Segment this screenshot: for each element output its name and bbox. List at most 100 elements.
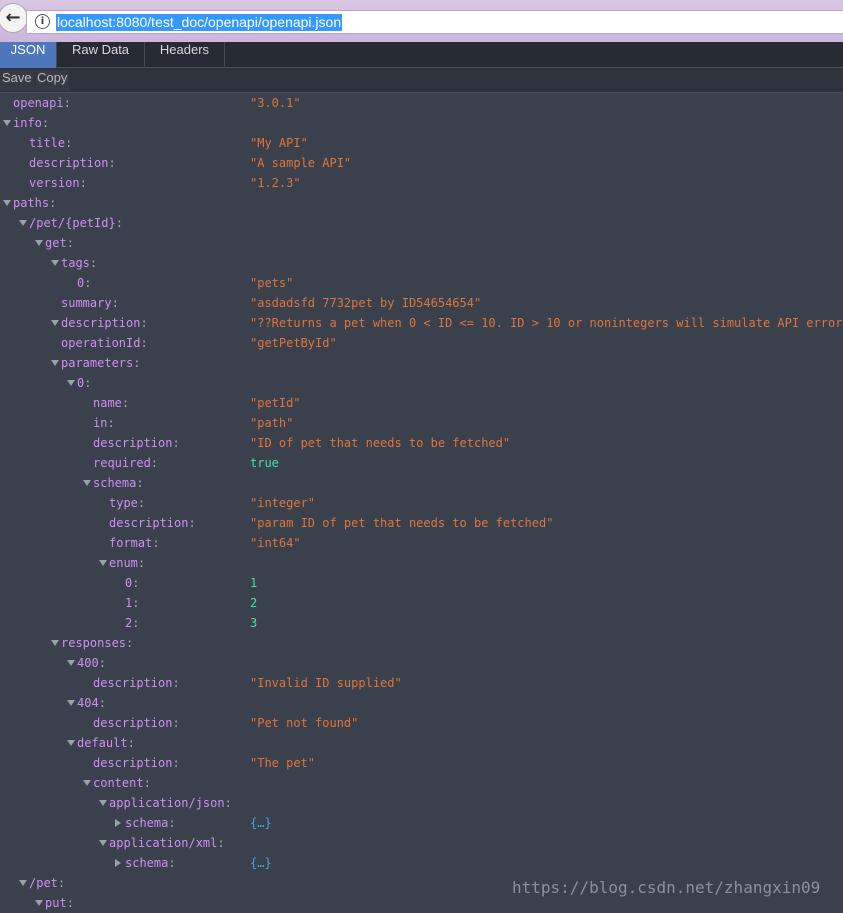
save-button[interactable]: Save xyxy=(0,70,34,91)
tree-row[interactable]: schema: {…} xyxy=(0,853,843,873)
tab-json[interactable]: JSON xyxy=(0,42,57,68)
browser-chrome: ← i localhost:8080/test_doc/openapi/open… xyxy=(0,0,843,42)
tab-raw-data[interactable]: Raw Data xyxy=(57,42,145,68)
tree-value: true xyxy=(250,456,279,470)
expand-open-icon[interactable] xyxy=(99,560,107,566)
expand-open-icon[interactable] xyxy=(99,800,107,806)
tree-value[interactable]: {…} xyxy=(250,813,272,833)
expand-open-icon[interactable] xyxy=(67,660,75,666)
tree-key: title: xyxy=(29,133,72,153)
tree-row[interactable]: application/json: xyxy=(0,793,843,813)
expand-open-icon[interactable] xyxy=(51,260,59,266)
expand-open-icon[interactable] xyxy=(3,120,11,126)
tree-row[interactable]: description: "The pet" xyxy=(0,753,843,773)
expand-open-icon[interactable] xyxy=(51,640,59,646)
expand-open-icon[interactable] xyxy=(19,220,27,226)
tree-row[interactable]: info: xyxy=(0,113,843,133)
tree-row[interactable]: paths: xyxy=(0,193,843,213)
tree-value: "path" xyxy=(250,416,294,430)
tree-row[interactable]: application/xml: xyxy=(0,833,843,853)
tree-row[interactable]: type: "integer" xyxy=(0,493,843,513)
key-label: application/json xyxy=(109,796,225,810)
tree-row[interactable]: description: "Pet not found" xyxy=(0,713,843,733)
tree-row[interactable]: description: "ID of pet that needs to be … xyxy=(0,433,843,453)
key-label: application/xml xyxy=(109,836,218,850)
key-label: /pet/{petId} xyxy=(29,216,116,230)
tree-key: 0: xyxy=(77,373,91,393)
expand-open-icon[interactable] xyxy=(67,700,75,706)
tree-row[interactable]: default: xyxy=(0,733,843,753)
colon: : xyxy=(41,116,50,130)
tree-value: "int64" xyxy=(250,536,301,550)
tree-row[interactable]: in: "path" xyxy=(0,413,843,433)
tree-row[interactable]: /pet/{petId}: xyxy=(0,213,843,233)
expand-open-icon[interactable] xyxy=(51,320,59,326)
tree-row[interactable]: responses: xyxy=(0,633,843,653)
tree-key: 0: xyxy=(125,573,139,593)
tree-row[interactable]: 0: "pets" xyxy=(0,273,843,293)
copy-button[interactable]: Copy xyxy=(35,70,70,91)
expand-open-icon[interactable] xyxy=(67,380,75,386)
expand-open-icon[interactable] xyxy=(3,200,11,206)
tree-row[interactable]: name: "petId" xyxy=(0,393,843,413)
tree-row[interactable]: get: xyxy=(0,233,843,253)
expand-closed-icon[interactable] xyxy=(115,819,121,827)
colon: : xyxy=(63,96,71,110)
expand-open-icon[interactable] xyxy=(67,740,75,746)
tree-row[interactable]: openapi: "3.0.1" xyxy=(0,93,843,113)
tree-row[interactable]: 1: 2 xyxy=(0,593,843,613)
tree-row[interactable]: schema: xyxy=(0,473,843,493)
key-label: operationId xyxy=(61,336,141,350)
tree-row[interactable]: tags: xyxy=(0,253,843,273)
colon: : xyxy=(79,176,87,190)
tree-value: "petId" xyxy=(250,396,301,410)
key-label: info xyxy=(13,116,42,130)
colon: : xyxy=(188,516,196,530)
tree-row[interactable]: title: "My API" xyxy=(0,133,843,153)
url-text[interactable]: localhost:8080/test_doc/openapi/openapi.… xyxy=(56,14,343,31)
tree-row[interactable]: 400: xyxy=(0,653,843,673)
tree-row[interactable]: content: xyxy=(0,773,843,793)
tree-row[interactable]: 0: 1 xyxy=(0,573,843,593)
tree-value[interactable]: {…} xyxy=(250,853,272,873)
info-icon[interactable]: i xyxy=(35,14,50,29)
tree-value: "??Returns a pet when 0 < ID <= 10. ID >… xyxy=(250,316,843,330)
expand-open-icon[interactable] xyxy=(99,840,107,846)
colon: : xyxy=(172,436,180,450)
tree-row[interactable]: summary: "asdadsfd 7732pet by ID54654654" xyxy=(0,293,843,313)
colon: : xyxy=(133,356,141,370)
address-bar[interactable]: i localhost:8080/test_doc/openapi/openap… xyxy=(26,10,843,34)
expand-open-icon[interactable] xyxy=(51,360,59,366)
expand-open-icon[interactable] xyxy=(19,880,27,886)
tree-row[interactable]: operationId: "getPetById" xyxy=(0,333,843,353)
tree-row[interactable]: 2: 3 xyxy=(0,613,843,633)
colon: : xyxy=(172,756,180,770)
tree-row[interactable]: parameters: xyxy=(0,353,843,373)
tree-row[interactable]: 404: xyxy=(0,693,843,713)
tab-headers[interactable]: Headers xyxy=(145,42,225,68)
key-label: paths xyxy=(13,196,50,210)
tree-row[interactable]: description: "param ID of pet that needs … xyxy=(0,513,843,533)
tree-row[interactable]: required: true xyxy=(0,453,843,473)
tree-row[interactable]: enum: xyxy=(0,553,843,573)
tree-value: "3.0.1" xyxy=(250,96,301,110)
tree-row[interactable]: description: "??Returns a pet when 0 < ID… xyxy=(0,313,843,333)
tree-row[interactable]: description: "Invalid ID supplied" xyxy=(0,673,843,693)
key-label: content xyxy=(93,776,144,790)
expand-open-icon[interactable] xyxy=(83,480,91,486)
tree-row[interactable]: 0: xyxy=(0,373,843,393)
tree-row[interactable]: version: "1.2.3" xyxy=(0,173,843,193)
tree-row[interactable]: format: "int64" xyxy=(0,533,843,553)
expand-open-icon[interactable] xyxy=(83,780,91,786)
expand-closed-icon[interactable] xyxy=(115,859,121,867)
colon: : xyxy=(168,856,176,870)
back-button[interactable]: ← xyxy=(0,3,28,33)
expand-open-icon[interactable] xyxy=(35,900,43,906)
tree-key: description: xyxy=(93,673,180,693)
tree-value: "Pet not found" xyxy=(250,716,359,730)
tree-row[interactable]: description: "A sample API" xyxy=(0,153,843,173)
expand-open-icon[interactable] xyxy=(35,240,43,246)
viewer-tabs: JSON Raw Data Headers xyxy=(0,42,843,68)
tree-value: "The pet" xyxy=(250,756,316,770)
tree-row[interactable]: schema: {…} xyxy=(0,813,843,833)
